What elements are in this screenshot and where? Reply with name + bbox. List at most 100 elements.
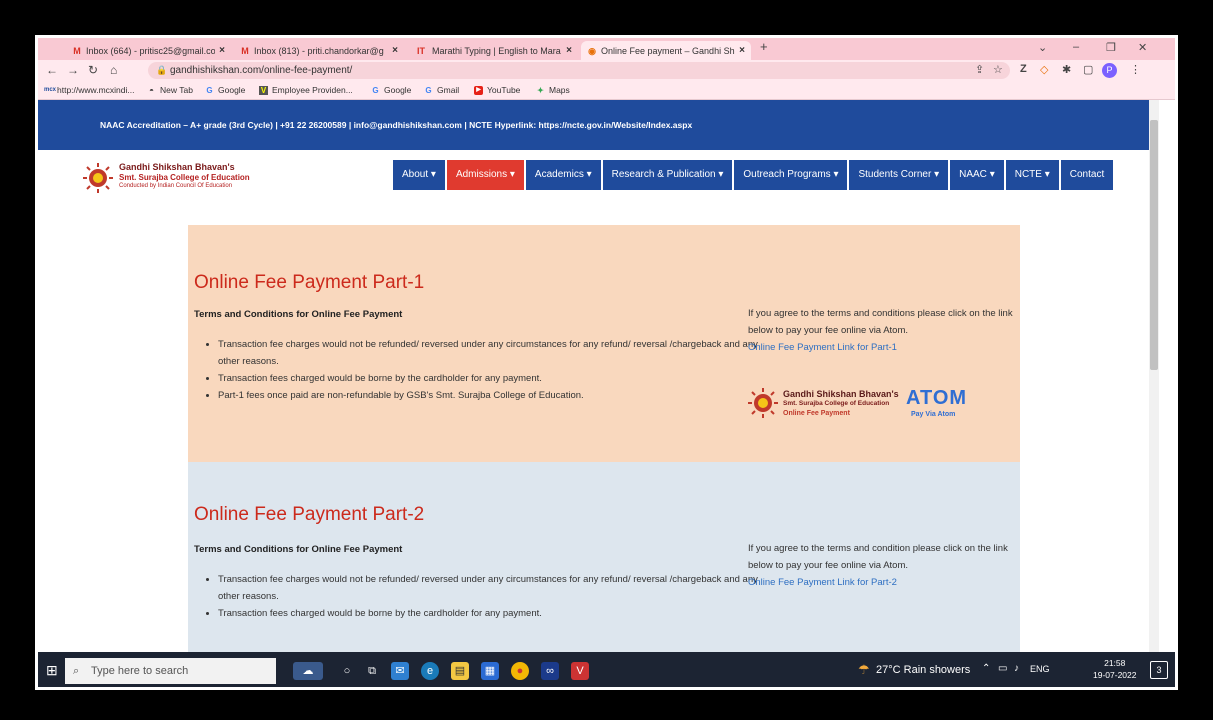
clock[interactable]: 21:58 19-07-2022 — [1093, 657, 1136, 681]
gmail-icon: M — [241, 45, 249, 56]
nav-about[interactable]: About ▾ — [393, 160, 445, 190]
payment-link-part-1[interactable]: Online Fee Payment Link for Part-1 — [748, 339, 1018, 356]
maximize-button[interactable]: ❐ — [1106, 41, 1116, 54]
home-icon[interactable]: ⌂ — [110, 63, 117, 77]
tab-label: Inbox (813) - priti.chandorkar@g — [254, 45, 384, 56]
share-icon[interactable]: ⇪ — [975, 63, 984, 76]
battery-icon[interactable]: ▭ — [998, 663, 1007, 674]
nav-label: NCTE — [1014, 169, 1042, 180]
bookmark-new-tab[interactable]: ◓ New Tab — [147, 85, 193, 95]
site-logo[interactable]: Gandhi Shikshan Bhavan's Smt. Surajba Co… — [83, 161, 283, 199]
bookmark-mcx[interactable]: mcx http://www.mcxindi... — [44, 85, 134, 95]
tab-gmail-1[interactable]: M Inbox (664) - pritisc25@gmail.co × — [66, 41, 231, 60]
bookmark-maps[interactable]: ✦ Maps — [536, 85, 570, 95]
close-icon[interactable]: × — [739, 45, 745, 56]
caret-down-icon: ▾ — [989, 169, 995, 180]
tab-marathi-typing[interactable]: IT Marathi Typing | English to Mara × — [408, 41, 578, 60]
mail-icon[interactable]: ✉ — [391, 662, 409, 680]
bookmark-google[interactable]: G Google — [205, 85, 245, 95]
nav-outreach-programs[interactable]: Outreach Programs ▾ — [734, 160, 848, 190]
task-view-icon[interactable]: ⧉ — [363, 662, 381, 680]
scrollbar-thumb[interactable] — [1150, 120, 1158, 370]
payment-link-part-2[interactable]: Online Fee Payment Link for Part-2 — [748, 574, 1018, 591]
star-icon[interactable]: ☆ — [993, 63, 1003, 76]
store-icon[interactable]: ▦ — [481, 662, 499, 680]
close-icon[interactable]: × — [566, 45, 572, 56]
payment-info: If you agree to the terms and conditions… — [748, 305, 1018, 356]
close-window-button[interactable]: ✕ — [1138, 41, 1147, 54]
pay-img-line-1: Gandhi Shikshan Bhavan's — [783, 389, 899, 399]
extensions-puzzle-icon[interactable]: ✱ — [1062, 63, 1071, 76]
list-item: Transaction fees charged would be borne … — [218, 605, 758, 622]
logo-line-3: Conducted by Indian Council Of Education — [119, 183, 233, 189]
close-icon[interactable]: × — [392, 45, 398, 56]
main-nav: About ▾ Admissions ▾ Academics ▾ Researc… — [393, 160, 1115, 190]
fee-section-part-2: Online Fee Payment Part-2 Terms and Cond… — [188, 462, 1020, 652]
bookmark-label: Google — [218, 85, 246, 95]
new-tab-button[interactable]: + — [760, 39, 768, 54]
url-input[interactable]: 🔒 gandhishikshan.com/online-fee-payment/ — [148, 62, 1010, 79]
edge-icon[interactable]: e — [421, 662, 439, 680]
payment-instructions: If you agree to the terms and conditions… — [748, 308, 1013, 336]
app-icon[interactable]: ∞ — [541, 662, 559, 680]
chevron-up-icon[interactable]: ⌃ — [982, 663, 990, 674]
language-indicator[interactable]: ENG — [1030, 664, 1050, 674]
college-emblem-icon — [748, 388, 778, 418]
payment-info: If you agree to the terms and condition … — [748, 540, 1018, 591]
forward-icon[interactable]: → — [67, 63, 79, 77]
page-scrollbar[interactable] — [1149, 100, 1159, 652]
url-text: gandhishikshan.com/online-fee-payment/ — [170, 65, 353, 76]
caret-down-icon: ▾ — [1044, 169, 1050, 180]
cortana-icon[interactable]: ○ — [338, 662, 356, 680]
reload-icon[interactable]: ↻ — [88, 63, 98, 77]
taskbar-search-input[interactable]: ⌕ Type here to search — [65, 658, 276, 684]
tab-label: Marathi Typing | English to Mara — [432, 45, 561, 56]
nav-ncte[interactable]: NCTE ▾ — [1005, 160, 1059, 190]
nav-academics[interactable]: Academics ▾ — [525, 160, 601, 190]
extension-z-icon[interactable]: Z — [1020, 63, 1027, 75]
bookmark-employee-provident[interactable]: V Employee Providen... — [259, 85, 353, 95]
tab-gmail-2[interactable]: M Inbox (813) - priti.chandorkar@g × — [234, 41, 404, 60]
menu-icon[interactable]: ⋮ — [1130, 63, 1141, 76]
college-emblem-icon — [83, 163, 113, 193]
windows-start-icon[interactable]: ⊞ — [46, 662, 58, 679]
nav-admissions[interactable]: Admissions ▾ — [446, 160, 524, 190]
caret-down-icon: ▾ — [833, 169, 839, 180]
weather-widget-icon[interactable]: ☁ — [293, 662, 323, 680]
terms-list: Transaction fee charges would not be ref… — [188, 571, 758, 622]
epf-icon: V — [259, 85, 268, 95]
extension-icon[interactable]: ◇ — [1040, 63, 1048, 76]
bookmark-google-2[interactable]: G Google — [371, 85, 411, 95]
weather-text[interactable]: 27°C Rain showers — [876, 664, 970, 676]
section-title: Online Fee Payment Part-1 — [194, 272, 425, 293]
caret-down-icon: ▾ — [934, 169, 940, 180]
search-icon: ⌕ — [73, 665, 80, 677]
side-panel-icon[interactable]: ▢ — [1083, 63, 1093, 76]
pay-via-atom-banner[interactable]: Gandhi Shikshan Bhavan's Smt. Surajba Co… — [748, 385, 973, 425]
fee-section-part-1: Online Fee Payment Part-1 Terms and Cond… — [188, 225, 1020, 462]
file-explorer-icon[interactable]: ▤ — [451, 662, 469, 680]
nav-students-corner[interactable]: Students Corner ▾ — [849, 160, 949, 190]
nav-naac[interactable]: NAAC ▾ — [950, 160, 1004, 190]
chrome-icon[interactable]: ● — [511, 662, 529, 680]
app-v-icon[interactable]: V — [571, 662, 589, 680]
marathi-typing-icon: IT — [417, 45, 425, 56]
close-icon[interactable]: × — [219, 45, 225, 56]
bookmark-label: Employee Providen... — [272, 85, 353, 95]
minimize-button[interactable]: – — [1073, 41, 1079, 53]
tab-search-icon[interactable]: ⌄ — [1038, 41, 1047, 54]
notification-icon[interactable]: 3 — [1150, 661, 1168, 679]
back-icon[interactable]: ← — [46, 63, 58, 77]
maps-icon: ✦ — [537, 85, 544, 95]
bookmark-youtube[interactable]: ▶ YouTube — [474, 85, 520, 95]
profile-avatar[interactable]: P — [1102, 63, 1117, 78]
time-text: 21:58 — [1104, 658, 1126, 668]
volume-icon[interactable]: ♪ — [1014, 663, 1019, 674]
tab-online-fee-payment[interactable]: ◉ Online Fee payment – Gandhi Sh × — [581, 41, 751, 60]
nav-research-publication[interactable]: Research & Publication ▾ — [602, 160, 733, 190]
nav-contact[interactable]: Contact — [1060, 160, 1114, 190]
nav-label: Outreach Programs — [743, 169, 831, 180]
section-title: Online Fee Payment Part-2 — [194, 504, 425, 525]
tab-label: Online Fee payment – Gandhi Sh — [601, 45, 735, 56]
bookmark-gmail[interactable]: G Gmail — [424, 85, 459, 95]
